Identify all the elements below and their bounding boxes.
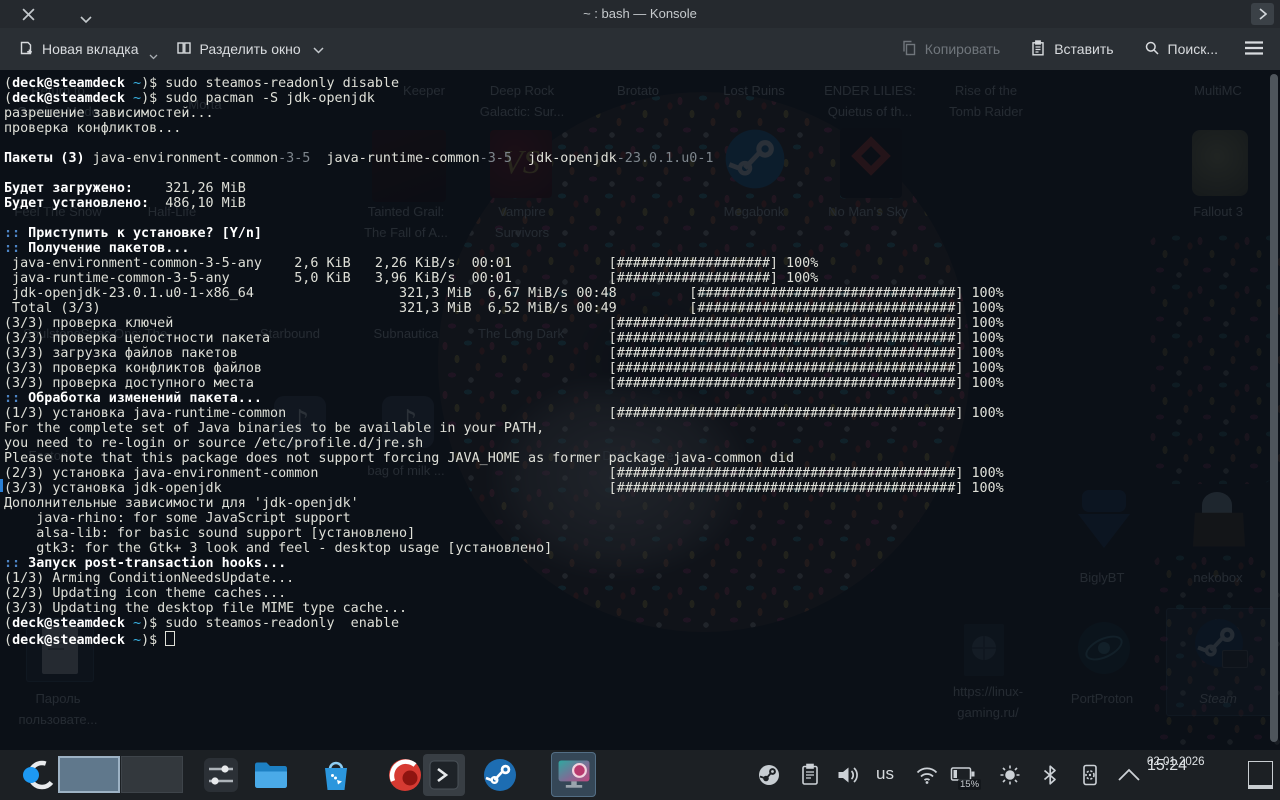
- konsole-task-button[interactable]: [423, 754, 465, 796]
- terminal-line: Будет загружено: 321,26 MiB: [4, 181, 1280, 196]
- terminal-line: (3/3) проверка доступного места [#######…: [4, 376, 1280, 391]
- keep-above-button[interactable]: [1251, 3, 1274, 25]
- terminal-line: (3/3) Updating the desktop file MIME typ…: [4, 601, 1280, 616]
- split-window-label: Разделить окно: [200, 41, 301, 57]
- taskbar-panel: us 15% 15:24 02.01.2026: [0, 750, 1280, 800]
- terminal-line: [4, 166, 1280, 181]
- new-tab-icon: [18, 40, 34, 59]
- output-marker: [0, 479, 3, 492]
- terminal-line: (1/3) Arming ConditionNeedsUpdate...: [4, 571, 1280, 586]
- search-button[interactable]: Поиск...: [1144, 40, 1218, 59]
- terminal-line: alsa-lib: for basic sound support [устан…: [4, 526, 1280, 541]
- hamburger-menu-icon[interactable]: [1244, 40, 1264, 59]
- virtual-desktop-2[interactable]: [121, 756, 183, 793]
- terminal-line: проверка конфликтов...: [4, 121, 1280, 136]
- split-window-icon: [176, 40, 192, 59]
- terminal-line: (2/3) Updating icon theme caches...: [4, 586, 1280, 601]
- new-tab-button[interactable]: Новая вкладка: [18, 35, 158, 63]
- copy-label: Копировать: [925, 41, 1000, 57]
- split-window-chevron-icon[interactable]: [313, 41, 324, 57]
- terminal-line: java-rhino: for some JavaScript support: [4, 511, 1280, 526]
- terminal-line: [4, 136, 1280, 151]
- show-desktop-button[interactable]: [1248, 761, 1273, 789]
- terminal-line: :: Приступить к установке? [Y/n]: [4, 226, 1280, 241]
- copy-button[interactable]: Копировать: [901, 40, 1000, 59]
- terminal-line: (deck@steamdeck ~)$: [4, 631, 1280, 646]
- paste-button[interactable]: Вставить: [1030, 40, 1113, 59]
- terminal-line: Пакеты (3) java-environment-common-3-5 j…: [4, 151, 1280, 166]
- keyboard-layout-indicator[interactable]: us: [876, 764, 894, 784]
- terminal-line: (3/3) установка jdk-openjdk [###########…: [4, 481, 1280, 496]
- copy-icon: [901, 40, 917, 59]
- search-label: Поиск...: [1168, 41, 1218, 57]
- terminal-line: Total (3/3) 321,3 MiB 6,52 MiB/s 00:49 […: [4, 301, 1280, 316]
- screenshot-tool-task-button[interactable]: [551, 752, 596, 797]
- terminal-line: jdk-openjdk-23.0.1.u0-1-x86_64 321,3 MiB…: [4, 286, 1280, 301]
- new-tab-dropdown-icon[interactable]: [149, 47, 158, 63]
- window-titlebar[interactable]: ~ : bash — Konsole: [0, 0, 1280, 28]
- terminal-line: (3/3) проверка конфликтов файлов [######…: [4, 361, 1280, 376]
- konsole-window: ~ : bash — Konsole Новая вкладка Раздели…: [0, 0, 1280, 750]
- terminal-line: разрешение зависимостей...: [4, 106, 1280, 121]
- terminal-line: (deck@steamdeck ~)$ sudo steamos-readonl…: [4, 616, 1280, 631]
- terminal-line: (deck@steamdeck ~)$ sudo pacman -S jdk-o…: [4, 91, 1280, 106]
- terminal-scrollbar[interactable]: [1270, 74, 1278, 742]
- terminal-line: java-environment-common-3-5-any 2,6 KiB …: [4, 256, 1280, 271]
- terminal-line: (1/3) установка java-runtime-common [###…: [4, 406, 1280, 421]
- search-icon: [1144, 40, 1160, 59]
- split-window-button[interactable]: Разделить окно: [176, 40, 324, 59]
- terminal-line: Будет установлено: 486,10 MiB: [4, 196, 1280, 211]
- window-title: ~ : bash — Konsole: [0, 0, 1280, 28]
- terminal-line: (3/3) проверка ключей [#################…: [4, 316, 1280, 331]
- terminal-line: (3/3) проверка целостности пакета [#####…: [4, 331, 1280, 346]
- new-tab-label: Новая вкладка: [42, 41, 139, 57]
- terminal-line: :: Запуск post-transaction hooks...: [4, 556, 1280, 571]
- terminal-line: (deck@steamdeck ~)$ sudo steamos-readonl…: [4, 76, 1280, 91]
- terminal-line: Дополнительные зависимости для 'jdk-open…: [4, 496, 1280, 511]
- clock-date: 02.01.2026: [1147, 756, 1205, 769]
- terminal-line: (2/3) установка java-environment-common …: [4, 466, 1280, 481]
- terminal-line: gtk3: for the Gtk+ 3 look and feel - des…: [4, 541, 1280, 556]
- terminal-line: [4, 211, 1280, 226]
- terminal-output[interactable]: (deck@steamdeck ~)$ sudo steamos-readonl…: [0, 70, 1280, 750]
- terminal-line: :: Получение пакетов...: [4, 241, 1280, 256]
- terminal-line: :: Обработка изменений пакета...: [4, 391, 1280, 406]
- terminal-line: you need to re-login or source /etc/prof…: [4, 436, 1280, 451]
- terminal-line: (3/3) загрузка файлов пакетов [#########…: [4, 346, 1280, 361]
- konsole-toolbar: Новая вкладка Разделить окно Копировать: [0, 28, 1280, 70]
- paste-icon: [1030, 40, 1046, 59]
- battery-percent-label: 15%: [958, 779, 981, 790]
- virtual-desktop-1[interactable]: [58, 756, 120, 793]
- terminal-line: For the complete set of Java binaries to…: [4, 421, 1280, 436]
- terminal-line: Please note that this package does not s…: [4, 451, 1280, 466]
- paste-label: Вставить: [1054, 41, 1113, 57]
- terminal-line: java-runtime-common-3-5-any 5,0 KiB 3,96…: [4, 271, 1280, 286]
